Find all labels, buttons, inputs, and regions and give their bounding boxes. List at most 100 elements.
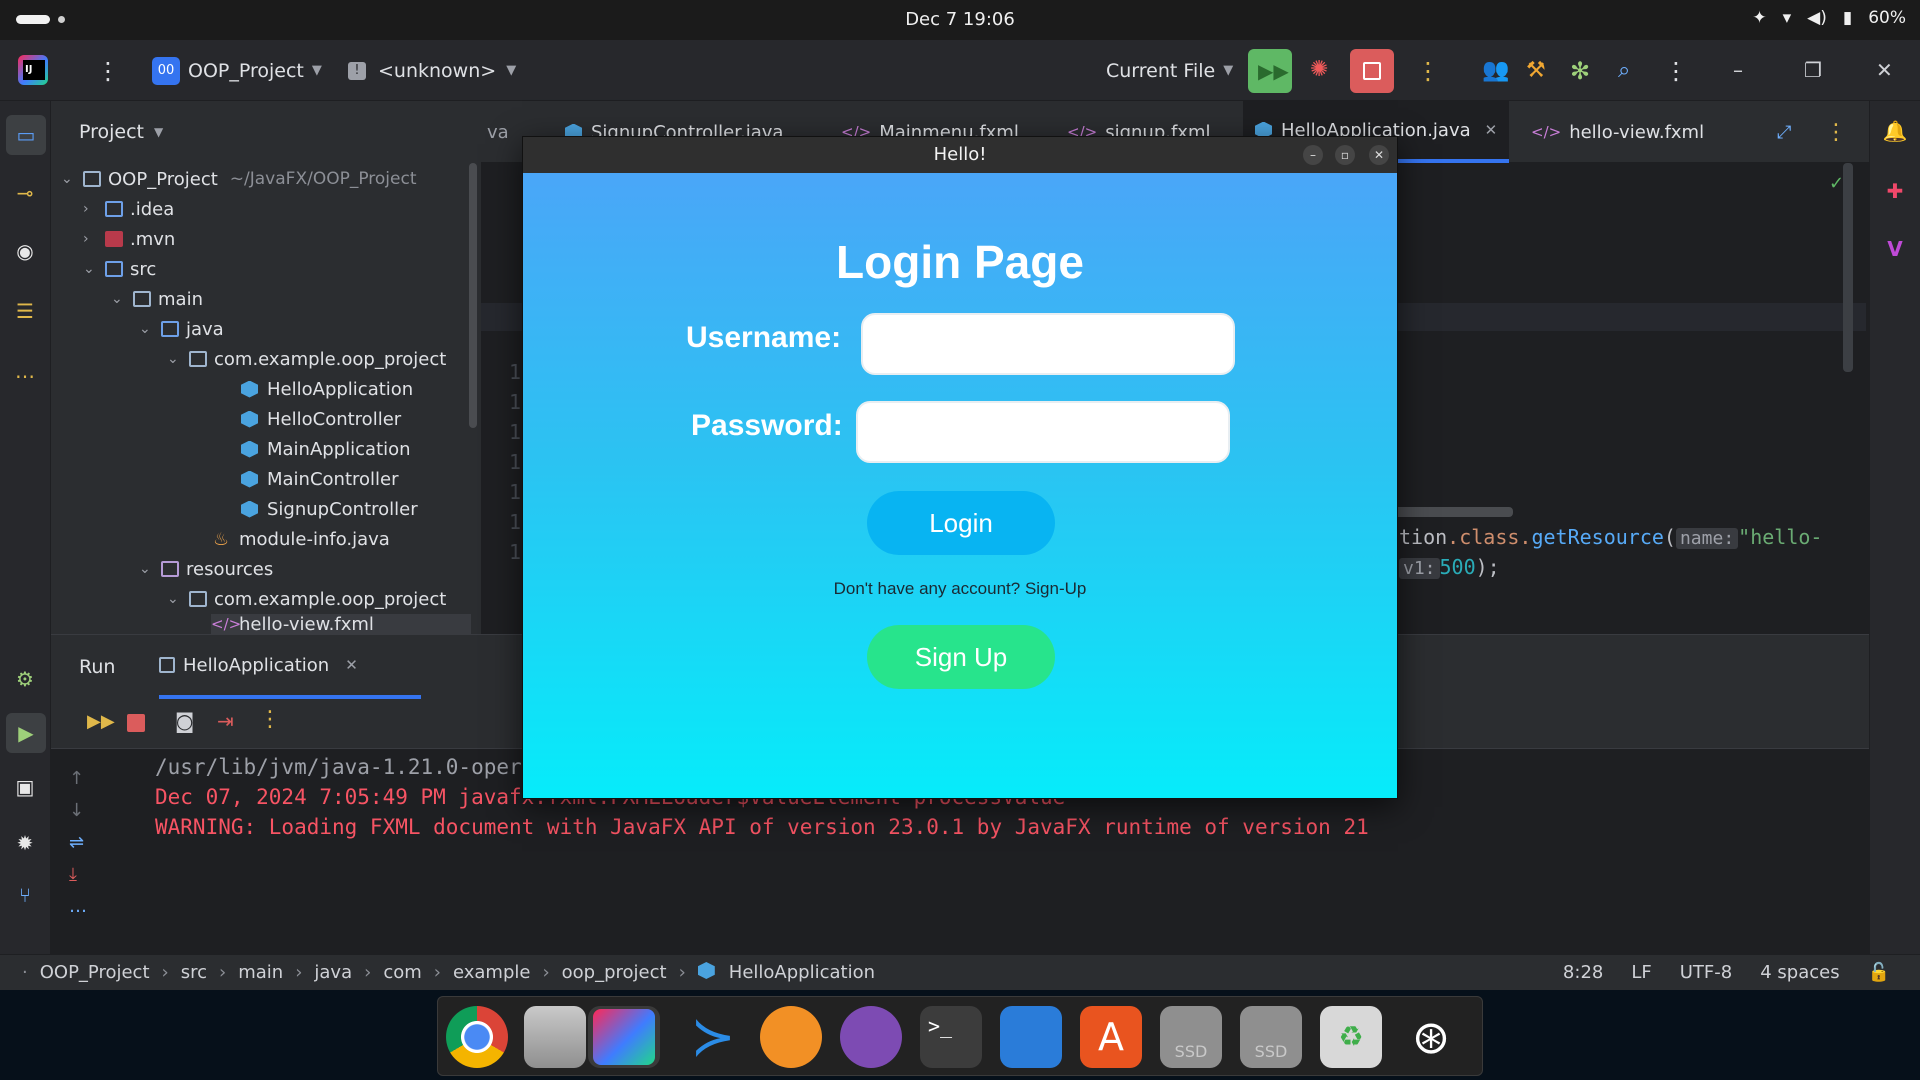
app-center-icon[interactable]: A — [1080, 1006, 1142, 1068]
inspection-ok-icon[interactable]: ✓ — [1829, 173, 1844, 194]
tree-item-root[interactable]: ⌄ OOP_Project ~/JavaFX/OOP_Project — [61, 164, 417, 194]
terminal-icon[interactable]: ▣ — [11, 773, 39, 801]
tab-hello-view-fxml[interactable]: </> hello-view.fxml — [1531, 101, 1704, 163]
trash-icon[interactable]: ♻ — [1320, 1006, 1382, 1068]
system-tray[interactable]: ✦ ▾ ◀) ▮ 60% — [1752, 8, 1906, 28]
battery-icon[interactable]: ▮ — [1843, 8, 1852, 28]
scroll-up-icon[interactable]: ↑ — [69, 763, 87, 795]
restore-window-button[interactable]: ❐ — [1804, 58, 1822, 82]
github-icon[interactable]: ◉ — [11, 237, 39, 265]
breadcrumb-item[interactable]: main — [238, 962, 283, 983]
tree-item[interactable]: ⌄ resources — [139, 554, 273, 584]
structure-icon[interactable]: ☰ — [11, 297, 39, 325]
show-apps-icon[interactable]: ⊛ — [1400, 1006, 1462, 1068]
password-input[interactable] — [856, 401, 1230, 463]
maximize-editor-icon[interactable]: ⤢ — [1777, 101, 1791, 163]
files-icon[interactable] — [524, 1006, 586, 1068]
notifications-bell-icon[interactable]: 🔔 — [1881, 117, 1909, 145]
code-line-get-resource[interactable]: tion.class.getResource(name: "hello- — [1399, 525, 1822, 549]
code-with-me-icon[interactable]: 👥 — [1482, 40, 1509, 101]
project-panel-header[interactable]: Project ▼ — [51, 101, 481, 163]
lock-icon[interactable]: 🔓 — [1868, 962, 1890, 983]
run-config-selector[interactable]: Current File ▼ — [1106, 40, 1233, 101]
git-branch-icon[interactable]: ⑂ — [11, 881, 39, 909]
indent-setting[interactable]: 4 spaces — [1760, 962, 1839, 983]
scroll-down-icon[interactable]: ↓ — [69, 795, 87, 827]
debug-button[interactable]: ✺ — [1298, 49, 1342, 93]
tree-item[interactable]: ⌄ com.example.oop_project — [167, 584, 446, 614]
line-separator[interactable]: LF — [1631, 962, 1651, 983]
github-desktop-icon[interactable] — [840, 1006, 902, 1068]
run-tool-icon[interactable]: ▶ — [6, 713, 46, 753]
rerun-icon[interactable]: ▶▶ — [87, 711, 115, 732]
tree-item[interactable]: › .mvn — [83, 224, 175, 254]
username-input[interactable] — [861, 313, 1235, 375]
scroll-to-end-icon[interactable]: ⤓ — [69, 859, 87, 891]
more-tools-icon[interactable]: … — [11, 357, 39, 385]
search-icon[interactable]: ⌕ — [1618, 40, 1630, 101]
breadcrumb-item[interactable]: com — [383, 962, 421, 983]
jetbrains-ai-icon[interactable]: ✚ — [1881, 177, 1909, 205]
tree-item[interactable]: › .idea — [83, 194, 174, 224]
v-plugin-icon[interactable]: V — [1881, 235, 1909, 263]
tree-item[interactable]: ⌄ java — [139, 314, 224, 344]
more-options-icon[interactable]: ⋮ — [259, 707, 281, 732]
tree-item[interactable]: ⌄ main — [111, 284, 203, 314]
tree-item[interactable]: HelloController — [241, 404, 401, 434]
close-tab-icon[interactable]: ✕ — [345, 656, 358, 674]
services-gear-icon[interactable]: ⚙ — [11, 665, 39, 693]
maximize-window-button[interactable]: ▫ — [1335, 145, 1355, 165]
signup-button[interactable]: Sign Up — [867, 625, 1055, 689]
breadcrumb-item[interactable]: HelloApplication — [729, 962, 875, 983]
settings-more-icon[interactable]: ⋮ — [1664, 40, 1688, 101]
window-titlebar[interactable]: Hello! – ▫ ✕ — [523, 137, 1397, 173]
more-actions-icon[interactable]: ⋮ — [1416, 40, 1440, 101]
volume-icon[interactable]: ◀) — [1807, 8, 1827, 28]
minimize-window-button[interactable]: – — [1303, 145, 1323, 165]
tree-item[interactable]: MainApplication — [241, 434, 411, 464]
writer-icon[interactable] — [1000, 1006, 1062, 1068]
project-selector[interactable]: 00 OOP_Project ▼ — [152, 40, 322, 101]
terminal-app-icon[interactable]: >_ — [920, 1006, 982, 1068]
tab-partial[interactable]: va — [487, 101, 509, 163]
minimize-window-button[interactable]: – — [1733, 58, 1743, 82]
tree-scrollbar[interactable] — [469, 163, 477, 428]
breadcrumb-item[interactable]: java — [314, 962, 352, 983]
tree-item[interactable]: MainController — [241, 464, 399, 494]
editor-more-icon[interactable]: ⋮ — [1825, 101, 1847, 163]
tree-item[interactable]: ⌄ src — [83, 254, 156, 284]
build-tools-icon[interactable]: ⚒ — [1526, 40, 1546, 101]
code-line-scene-size[interactable]: v1: 500); — [1399, 555, 1500, 579]
tree-item-selected[interactable]: </> hello-view.fxml — [211, 614, 471, 634]
tree-item[interactable]: ♨ module-info.java — [213, 524, 390, 554]
breadcrumb-item[interactable]: src — [181, 962, 207, 983]
breadcrumb-item[interactable]: example — [453, 962, 530, 983]
breadcrumb[interactable]: · OOP_Project › src › main › java › com › exa… — [22, 962, 875, 983]
clock[interactable]: Dec 7 19:06 — [0, 9, 1920, 30]
tree-item[interactable]: HelloApplication — [241, 374, 413, 404]
more-console-icon[interactable]: … — [69, 891, 87, 923]
chrome-icon[interactable] — [446, 1006, 508, 1068]
intellij-logo-icon[interactable] — [18, 55, 48, 85]
stop-button[interactable] — [1350, 49, 1394, 93]
vscode-icon[interactable]: ≻ — [682, 1006, 744, 1068]
commit-icon[interactable]: ⊸ — [11, 179, 39, 207]
breadcrumb-item[interactable]: OOP_Project — [40, 962, 150, 983]
run-tab-hello-application[interactable]: HelloApplication ✕ — [159, 635, 421, 699]
camera-icon[interactable]: ◙ — [175, 709, 194, 733]
intellij-dock-icon[interactable] — [593, 1009, 655, 1065]
exit-icon[interactable]: ⇥ — [217, 709, 234, 733]
close-window-button[interactable]: ✕ — [1369, 145, 1389, 165]
file-encoding[interactable]: UTF-8 — [1680, 962, 1732, 983]
wifi-icon[interactable]: ▾ — [1783, 8, 1792, 28]
project-tool-icon[interactable]: ▭ — [6, 115, 46, 155]
vcs-branch-selector[interactable]: ! <unknown> ▼ — [348, 40, 516, 101]
ssd-drive-icon[interactable]: SSD — [1240, 1006, 1302, 1068]
rerun-button[interactable]: ▶▶ — [1248, 49, 1292, 93]
tree-item[interactable]: SignupController — [241, 494, 418, 524]
problems-icon[interactable]: ✹ — [11, 829, 39, 857]
postman-icon[interactable] — [760, 1006, 822, 1068]
soft-wrap-icon[interactable]: ⇌ — [69, 827, 87, 859]
login-button[interactable]: Login — [867, 491, 1055, 555]
close-tab-icon[interactable]: ✕ — [1485, 121, 1498, 139]
